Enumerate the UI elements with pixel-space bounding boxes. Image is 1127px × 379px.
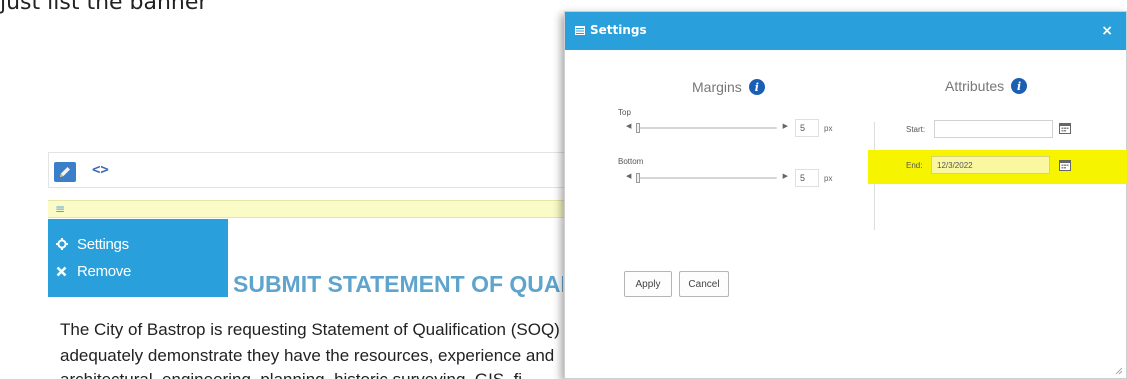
cancel-button[interactable]: Cancel [679,271,729,297]
info-icon[interactable]: i [748,79,765,95]
editor-toolbar [48,152,578,188]
attributes-title-label: Attributes [945,78,1005,94]
end-date-input[interactable]: 12/3/2022 [931,156,1050,174]
bottom-margin-label: Bottom [618,157,644,166]
arrow-left-icon[interactable]: ◀ [626,122,631,130]
close-button[interactable]: × [1101,23,1113,39]
calendar-icon[interactable] [1059,122,1071,134]
unit-label: px [824,174,833,183]
caption-text: just list the banner [0,0,208,15]
slider-handle[interactable] [636,173,640,183]
menu-item-settings-label: Settings [77,235,129,253]
document-heading: SUBMIT STATEMENT OF QUALIFICATIONS [233,271,563,297]
margins-section-title: Margins i [692,79,765,95]
start-label: Start: [906,125,926,134]
document-line: The City of Bastrop is requesting Statem… [60,320,560,339]
arrow-right-icon[interactable]: ▶ [783,122,788,130]
margins-title-label: Margins [692,79,742,95]
top-margin-slider[interactable]: ◀ ▶ [626,122,788,134]
close-icon [56,266,70,277]
menu-item-remove[interactable]: Remove [56,260,131,282]
gear-icon [56,238,70,250]
arrow-right-icon[interactable]: ▶ [783,172,788,180]
attributes-section-title: Attributes i [945,78,1028,94]
hamburger-icon[interactable]: ≡ [55,203,65,215]
list-icon [575,25,585,35]
resize-handle-icon[interactable] [1115,367,1123,375]
document-line: architectural, engineering, planning, hi… [60,370,566,379]
dialog-title: Settings [590,23,647,37]
top-margin-label: Top [618,108,631,117]
section-drag-bar[interactable] [48,200,578,218]
settings-dialog: Settings × Margins i Top ◀ ▶ 5 px Bottom… [564,11,1127,379]
start-date-input[interactable] [934,120,1053,138]
end-label: End: [906,161,923,170]
slider-handle[interactable] [636,123,640,133]
arrow-left-icon[interactable]: ◀ [626,172,631,180]
context-menu: Settings Remove [48,219,228,297]
info-icon[interactable]: i [1011,78,1028,94]
apply-button[interactable]: Apply [624,271,672,297]
top-margin-input[interactable]: 5 [795,119,819,137]
menu-item-settings[interactable]: Settings [56,233,129,255]
unit-label: px [824,124,833,133]
document-line: adequately demonstrate they have the res… [60,346,555,365]
pencil-icon [60,167,70,177]
edit-button[interactable] [54,162,76,182]
menu-item-remove-label: Remove [77,262,132,280]
calendar-icon[interactable] [1059,159,1071,171]
bottom-margin-slider[interactable]: ◀ ▶ [626,172,788,184]
dialog-header: Settings × [565,12,1126,50]
code-icon[interactable]: <> [92,162,109,178]
bottom-margin-input[interactable]: 5 [795,169,819,187]
